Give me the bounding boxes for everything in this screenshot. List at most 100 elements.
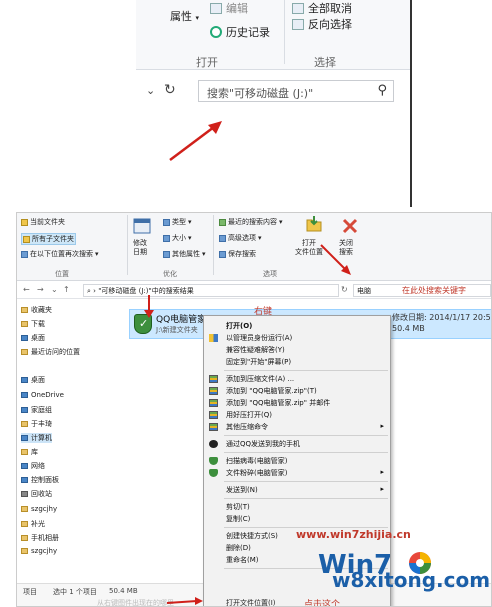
recent-searches-icon <box>219 218 226 226</box>
all-subfolders-button[interactable]: 所有子文件夹 <box>21 233 76 245</box>
folder-search-icon <box>21 250 28 258</box>
network-icon <box>21 463 28 469</box>
forward-icon[interactable]: → <box>37 285 44 294</box>
properties-icon <box>163 250 170 258</box>
nav-folder-buguang[interactable]: 补光 <box>21 519 45 529</box>
nav-folder-szgcjhy-2[interactable]: szgcjhy <box>21 547 57 555</box>
edit-button[interactable]: 编辑 <box>210 0 248 16</box>
nav-recycle-bin[interactable]: 回收站 <box>21 489 52 499</box>
save-search-button[interactable]: 保存搜索 <box>219 249 256 259</box>
current-folder-button[interactable]: 当前文件夹 <box>21 217 65 227</box>
select-none-icon <box>292 2 304 14</box>
select-none-button[interactable]: 全部取消 <box>292 0 352 16</box>
other-props-button[interactable]: 其他属性 ▾ <box>163 249 206 259</box>
nav-label: 桌面 <box>31 334 45 342</box>
refresh-icon[interactable]: ↻ <box>164 82 176 98</box>
menu-item-label: 兼容性疑难解答(Y) <box>226 346 285 354</box>
watermark-brand: w8xitong.com <box>332 568 491 592</box>
homegroup-icon <box>21 407 28 413</box>
recent-searches-button[interactable]: 最近的搜索内容 ▾ <box>219 217 283 227</box>
menu-separator <box>224 481 388 482</box>
properties-button[interactable]: 属性 ▾ <box>170 8 199 24</box>
search-icon: ⚲ <box>377 83 387 98</box>
nav-libraries[interactable]: 库 <box>21 447 38 457</box>
kind-button[interactable]: 类型 ▾ <box>163 217 192 227</box>
menu-item-open-file-location[interactable]: 打开文件位置(I) <box>226 598 276 606</box>
rar-icon <box>209 387 218 395</box>
nav-desktop-root[interactable]: 桌面 <box>21 375 45 385</box>
nav-label: 计算机 <box>31 434 52 442</box>
modified-date-button[interactable]: 修改 日期 <box>133 239 147 257</box>
menu-separator <box>224 435 388 436</box>
open-group-label: 打开 <box>196 56 218 69</box>
menu-item[interactable]: 发送到(N) ▸ <box>204 484 392 496</box>
star-icon <box>21 307 28 313</box>
nav-user[interactable]: 于丰琦 <box>21 419 52 429</box>
chevron-down-icon[interactable]: ⌄ <box>146 84 155 97</box>
nav-folder-phone-album[interactable]: 手机相册 <box>21 533 59 543</box>
search-input[interactable]: 搜索"可移动磁盘 (J:)" ⚲ <box>198 80 394 102</box>
nav-homegroup[interactable]: 家庭组 <box>21 405 52 415</box>
back-icon[interactable]: ← <box>23 285 30 294</box>
menu-item[interactable]: 添加到 "QQ电脑管家.zip" 并邮件 <box>204 397 392 409</box>
menu-separator <box>224 452 388 453</box>
nav-desktop[interactable]: 桌面 <box>21 333 45 343</box>
menu-item-label: 添加到压缩文件(A) ... <box>226 375 295 383</box>
menu-item[interactable]: 用好压打开(Q) <box>204 409 392 421</box>
nav-label: 库 <box>31 448 38 456</box>
up-icon[interactable]: ↑ <box>63 285 70 294</box>
path-field[interactable]: ⌕ › "可移动磁盘 (J:)"中的搜索结果 <box>83 284 339 297</box>
menu-item[interactable]: 以管理员身份运行(A) <box>204 332 392 344</box>
nav-onedrive[interactable]: OneDrive <box>21 391 64 399</box>
menu-item[interactable]: 扫描病毒(电脑管家) <box>204 455 392 467</box>
qq-icon <box>209 440 218 448</box>
recent-icon <box>21 349 28 355</box>
menu-item[interactable]: 复制(C) <box>204 513 392 525</box>
chevron-down-icon[interactable]: ⌄ <box>51 285 58 294</box>
menu-item[interactable]: 其他压缩命令 ▸ <box>204 421 392 433</box>
nav-folder-szgcjhy[interactable]: szgcjhy <box>21 505 57 513</box>
menu-item[interactable]: 固定到"开始"屏幕(P) <box>204 356 392 368</box>
nav-recent-places[interactable]: 最近访问的位置 <box>21 347 80 357</box>
menu-item[interactable]: 打开(O) <box>204 320 392 332</box>
menu-item-label: 发送到(N) <box>226 486 258 494</box>
options-group-label: 选项 <box>263 270 277 278</box>
menu-item[interactable]: 添加到 "QQ电脑管家.zip"(T) <box>204 385 392 397</box>
menu-item[interactable]: 文件粉碎(电脑管家) ▸ <box>204 467 392 479</box>
size-icon <box>163 234 170 242</box>
history-button[interactable]: 历史记录 <box>210 24 270 40</box>
menu-item-label: 复制(C) <box>226 515 251 523</box>
status-dim-text: 从右键图件出现在的哪里 <box>97 599 174 607</box>
chevron-down-icon: ▾ <box>258 234 262 242</box>
click-this-annotation: 点击这个 <box>304 600 341 607</box>
refresh-icon[interactable]: ↻ <box>341 285 348 294</box>
frame-border <box>410 0 412 207</box>
status-item-count: 项目 <box>23 588 37 596</box>
menu-item-label: 创建快捷方式(S) <box>226 532 278 540</box>
nav-computer[interactable]: 计算机 <box>21 433 52 443</box>
menu-item[interactable]: 剪切(T) <box>204 501 392 513</box>
search-again-button[interactable]: 在以下位置再次搜索 ▾ <box>21 249 99 259</box>
nav-label: 补光 <box>31 520 45 528</box>
menu-separator <box>224 498 388 499</box>
search-placeholder: 搜索"可移动磁盘 (J:)" <box>207 87 314 100</box>
invert-selection-button[interactable]: 反向选择 <box>292 16 352 32</box>
navigation-pane: 收藏夹 下载 桌面 最近访问的位置 桌面 OneDrive 家庭组 于丰琦 计算… <box>17 301 115 583</box>
nav-control-panel[interactable]: 控制面板 <box>21 475 59 485</box>
all-subfolders-label: 所有子文件夹 <box>32 235 74 243</box>
nav-network[interactable]: 网络 <box>21 461 45 471</box>
menu-item[interactable]: 添加到压缩文件(A) ... <box>204 373 392 385</box>
red-arrow-icon <box>144 295 154 318</box>
edit-icon <box>210 2 222 14</box>
search-input[interactable]: 电脑 在此处搜索关键字 <box>353 284 491 297</box>
size-button[interactable]: 大小 ▾ <box>163 233 192 243</box>
history-icon <box>210 26 222 38</box>
advanced-options-label: 高级选项 <box>228 234 256 242</box>
nav-downloads[interactable]: 下载 <box>21 319 45 329</box>
nav-favorites[interactable]: 收藏夹 <box>21 305 52 315</box>
menu-item[interactable]: 兼容性疑难解答(Y) <box>204 344 392 356</box>
menu-item[interactable]: 通过QQ发送到我的手机 <box>204 438 392 450</box>
advanced-options-button[interactable]: 高级选项 ▾ <box>219 233 262 243</box>
kind-icon <box>163 218 170 226</box>
folder-icon <box>21 535 28 541</box>
